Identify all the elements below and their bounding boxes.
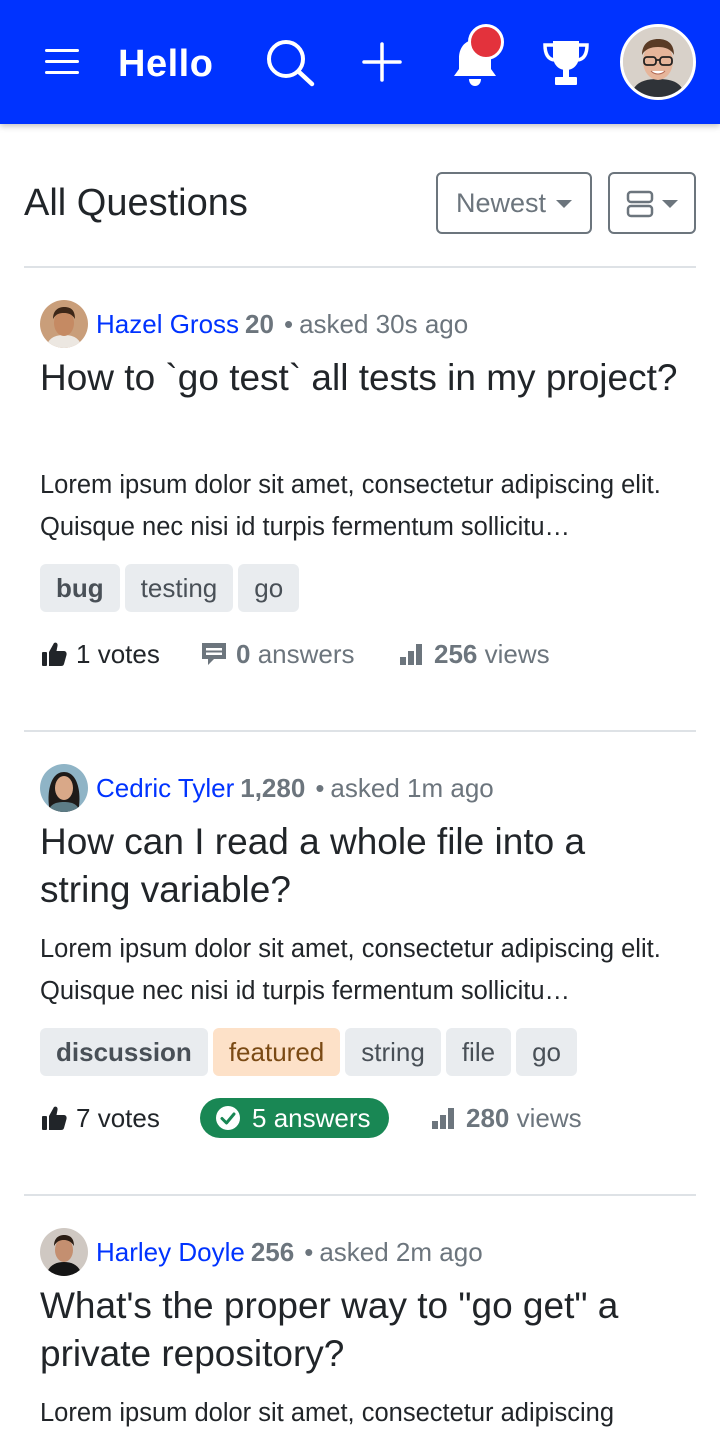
tag[interactable]: string	[345, 1028, 441, 1076]
tag[interactable]: bug	[40, 564, 120, 612]
question-card: Hazel Gross 20 • asked 30s ago How to `go t…	[40, 300, 696, 700]
question-meta: Hazel Gross 20 • asked 30s ago	[40, 300, 680, 348]
page-title: All Questions	[24, 182, 248, 224]
user-avatar[interactable]	[40, 764, 88, 812]
question-meta: Cedric Tyler 1,280 • asked 1m ago	[40, 764, 680, 812]
separator-dot: •	[315, 773, 325, 803]
answered-badge[interactable]: 5 answers	[200, 1098, 389, 1138]
asked-time: asked 30s ago	[299, 309, 469, 339]
chevron-down-icon	[662, 200, 678, 208]
user-name-link[interactable]: Hazel Gross	[96, 309, 239, 339]
divider	[24, 1194, 696, 1196]
user-reputation: 1,280	[240, 773, 306, 803]
tag[interactable]: discussion	[40, 1028, 208, 1076]
check-circle-icon	[216, 1106, 240, 1130]
question-stats: 1 votes 0 answers 256 views	[40, 632, 680, 676]
view-toggle-dropdown[interactable]	[608, 172, 696, 234]
views-label: views	[516, 1103, 582, 1133]
tag[interactable]: go	[238, 564, 300, 612]
thumbs-up-icon	[42, 1106, 67, 1130]
tag[interactable]: go	[516, 1028, 577, 1076]
notification-badge	[468, 24, 504, 60]
question-meta: Harley Doyle 256 • asked 2m ago	[40, 1228, 680, 1276]
user-avatar[interactable]	[40, 1228, 88, 1276]
tag-list: discussion featured string file go	[40, 1028, 582, 1076]
views-label: views	[484, 639, 550, 669]
comment-icon	[202, 643, 226, 665]
tag[interactable]: testing	[124, 564, 234, 612]
question-title[interactable]: What's the proper way to "go get" a priv…	[40, 1282, 680, 1378]
asked-time: asked 1m ago	[330, 773, 494, 803]
user-reputation: 256	[250, 1237, 295, 1267]
trophy-icon[interactable]	[540, 38, 592, 88]
asked-time: asked 2m ago	[319, 1237, 483, 1267]
views-count: 280	[466, 1103, 510, 1133]
profile-avatar[interactable]	[620, 24, 696, 100]
question-excerpt: Lorem ipsum dolor sit amet, consectetur …	[40, 471, 661, 541]
user-name-link[interactable]: Cedric Tyler	[96, 773, 234, 803]
question-title[interactable]: How can I read a whole file into a strin…	[40, 818, 680, 914]
tag-featured[interactable]: featured	[212, 1028, 341, 1076]
user-name-link[interactable]: Harley Doyle	[96, 1237, 245, 1267]
question-card: Cedric Tyler 1,280 • asked 1m ago How can I…	[40, 764, 696, 1164]
question-title[interactable]: How to `go test` all tests in my project…	[40, 354, 680, 402]
answers-label: answers	[257, 639, 355, 669]
answers-count: 0	[236, 639, 251, 669]
question-excerpt: Lorem ipsum dolor sit amet, consectetur …	[40, 935, 661, 1005]
divider	[24, 266, 696, 268]
sort-dropdown[interactable]: Newest	[436, 172, 592, 234]
answers-count: 5	[252, 1103, 267, 1133]
bar-chart-icon	[400, 644, 422, 665]
tag[interactable]: file	[445, 1028, 512, 1076]
votes-label: votes	[97, 1103, 160, 1133]
question-excerpt: Lorem ipsum dolor sit amet, consectetur …	[40, 1399, 615, 1427]
bar-chart-icon	[432, 1108, 454, 1129]
separator-dot: •	[304, 1237, 314, 1267]
hamburger-menu-icon[interactable]	[44, 44, 80, 80]
votes-count: 1	[76, 639, 91, 669]
sort-label: Newest	[456, 188, 547, 218]
list-view-icon	[626, 190, 654, 218]
user-avatar[interactable]	[40, 300, 88, 348]
votes-label: votes	[97, 639, 160, 669]
tag-list: bug testing go	[40, 564, 304, 612]
thumbs-up-icon	[42, 642, 67, 666]
top-navbar: Hello	[0, 0, 720, 124]
divider	[24, 730, 696, 732]
separator-dot: •	[283, 309, 294, 339]
questions-header: All Questions Newest	[24, 170, 696, 236]
question-stats: 7 votes 5 answers 280 views	[40, 1096, 680, 1140]
search-icon[interactable]	[264, 38, 316, 88]
votes-count: 7	[76, 1103, 91, 1133]
views-count: 256	[434, 639, 478, 669]
plus-icon[interactable]	[362, 42, 402, 82]
answers-label: answers	[273, 1103, 371, 1133]
user-reputation: 20	[245, 309, 274, 339]
question-card: Harley Doyle 256 • asked 2m ago What's the …	[40, 1228, 696, 1440]
chevron-down-icon	[556, 200, 572, 208]
brand-logo[interactable]: Hello	[118, 40, 213, 88]
